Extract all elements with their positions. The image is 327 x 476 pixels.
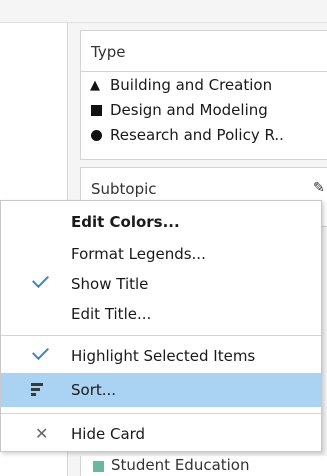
legend-item-label: Building and Creation [110,76,273,94]
menu-item-edit-title[interactable]: Edit Title... [1,299,321,329]
legend-item-design[interactable]: Design and Modeling [90,101,268,119]
menu-item-label: Sort... [71,381,117,399]
square-icon [91,104,102,116]
legend-item-label: Design and Modeling [110,101,268,119]
legend-item-student-education[interactable]: Student Education [80,456,327,476]
legend-context-menu: Edit Colors... Format Legends... Show Ti… [0,200,322,452]
menu-separator [1,335,321,336]
type-legend-card[interactable]: Type ▲ Building and Creation Design and … [80,30,327,160]
menu-item-format-legends[interactable]: Format Legends... [1,239,321,269]
legend-item-building[interactable]: ▲ Building and Creation [90,76,272,94]
triangle-icon: ▲ [90,77,100,93]
menu-item-label: Edit Title... [71,305,152,323]
menu-item-highlight-selected[interactable]: Highlight Selected Items [1,341,321,371]
circle-icon [91,129,102,141]
checkmark-icon [32,271,49,288]
menu-item-label: Hide Card [71,425,146,443]
legend-item-label: Student Education [111,456,250,474]
legend-item-label: Research and Policy R.. [110,126,284,144]
color-swatch [93,461,104,472]
menu-item-label: Show Title [71,275,149,293]
menu-item-label: Edit Colors... [71,213,180,231]
legend-item-research[interactable]: Research and Policy R.. [90,126,284,144]
legend-divider [81,71,327,72]
menu-item-show-title[interactable]: Show Title [1,269,321,299]
sort-icon [31,383,43,398]
menu-item-label: Highlight Selected Items [71,347,256,365]
top-toolbar-strip [0,0,327,23]
edit-pencil-icon[interactable]: ✎ [313,180,325,196]
close-icon: ✕ [35,424,49,443]
checkmark-icon [32,343,49,360]
type-legend-title: Type [91,43,126,61]
menu-item-label: Format Legends... [71,245,206,263]
menu-item-sort[interactable]: Sort... [1,373,321,407]
menu-separator [1,413,321,414]
menu-item-edit-colors[interactable]: Edit Colors... [1,207,321,237]
subtopic-legend-title: Subtopic [91,180,157,198]
menu-item-hide-card[interactable]: ✕ Hide Card [1,419,321,449]
